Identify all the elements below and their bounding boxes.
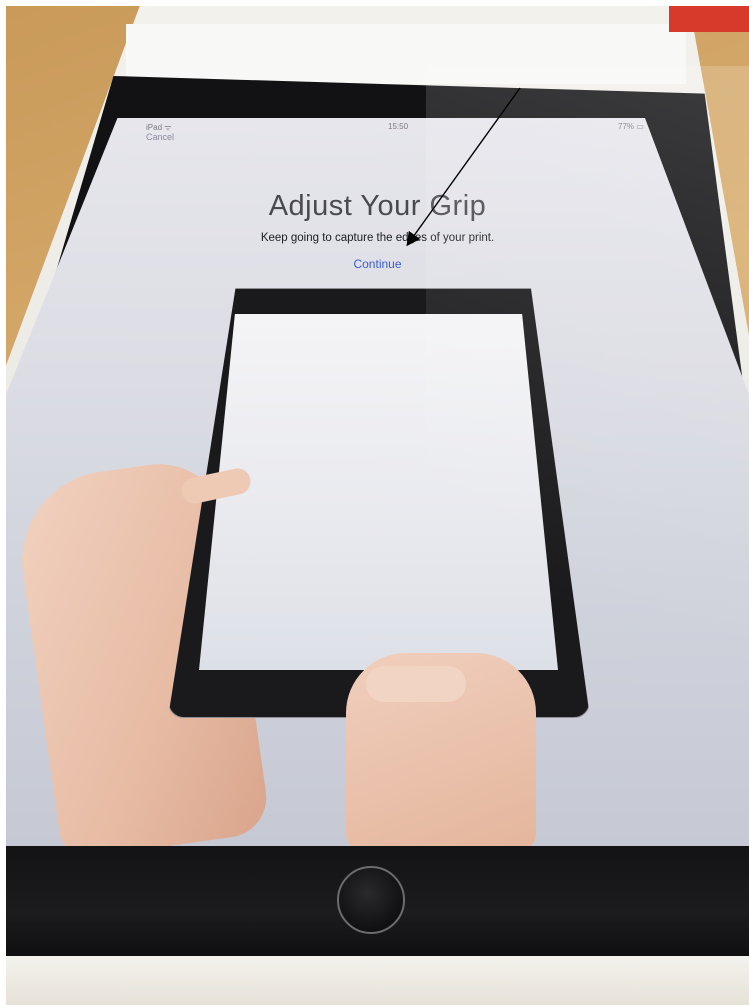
annotation-arrow-icon (406, 87, 521, 247)
photo-frame: iPad ᯤ 15:50 77% ▭ Cancel Adjust Your Gr… (6, 6, 749, 1005)
